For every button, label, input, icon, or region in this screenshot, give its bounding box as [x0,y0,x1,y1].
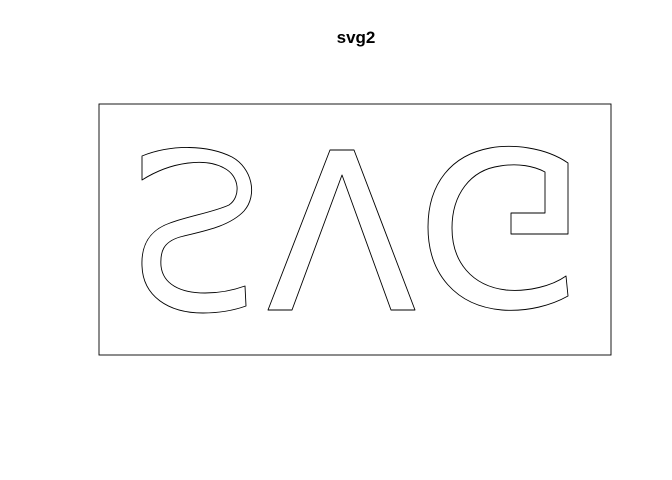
glyph-s-mirrored [141,147,253,314]
plot-frame [98,103,612,356]
plot-canvas [98,103,612,356]
figure: svg2 [0,0,672,480]
glyph-g-mirrored [427,146,569,311]
glyph-v-mirrored [267,149,416,311]
